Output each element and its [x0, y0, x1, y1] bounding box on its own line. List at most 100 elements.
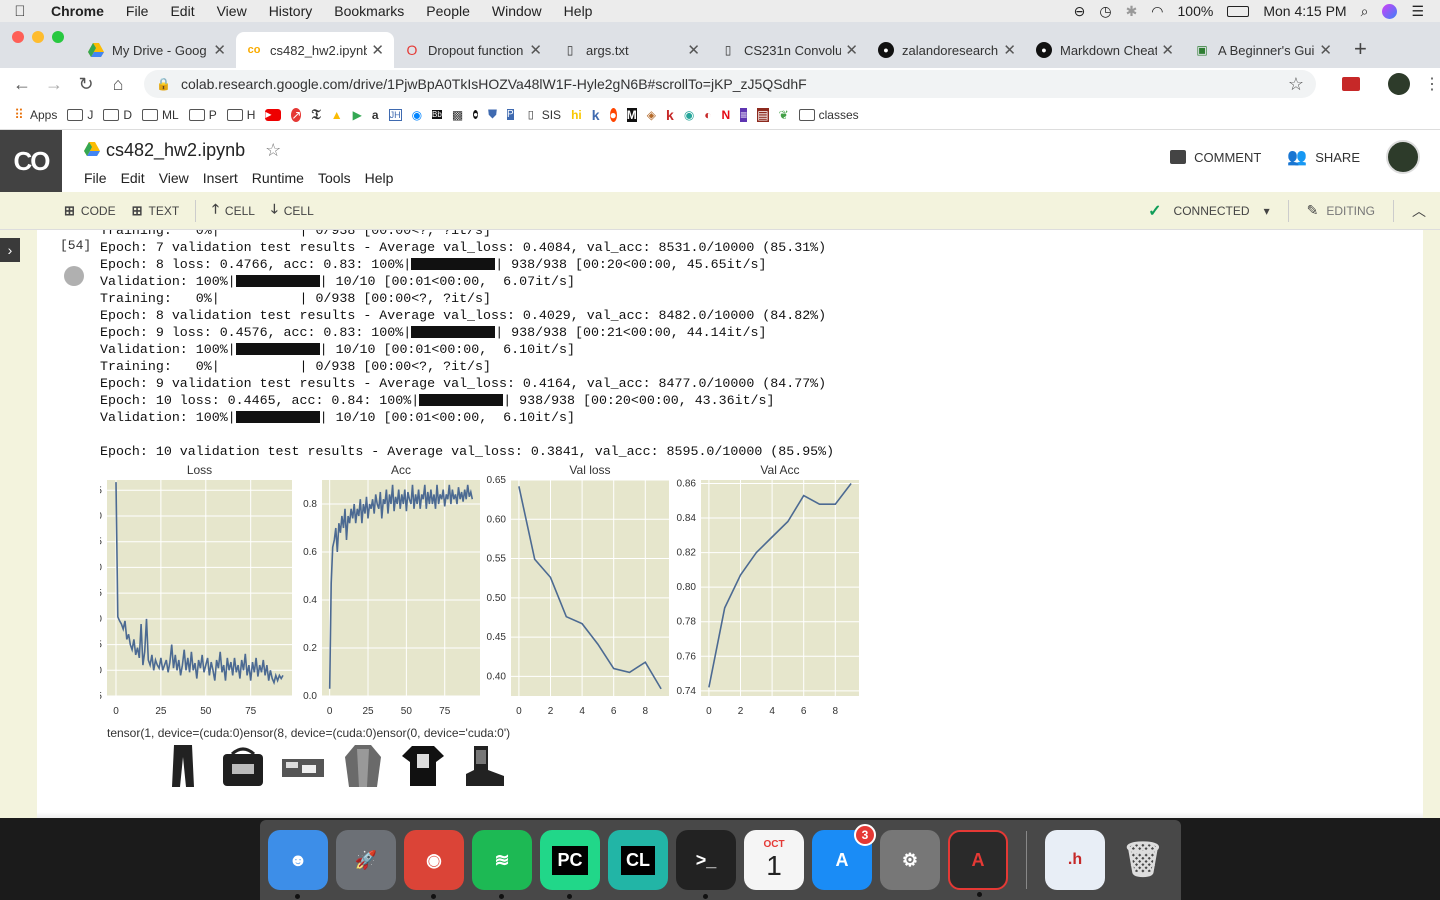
reload-icon[interactable]: ↻ — [70, 74, 102, 95]
qr-icon[interactable]: ▩ — [452, 108, 463, 122]
bookmark-folder-j[interactable]: J — [67, 108, 93, 122]
colab-menu-help[interactable]: Help — [365, 170, 394, 186]
comment-button[interactable]: COMMENT — [1170, 150, 1261, 165]
wifi-icon[interactable]: ◠ — [1151, 3, 1163, 20]
close-tab-icon[interactable]: ✕ — [529, 41, 542, 59]
pdf-icon[interactable]: ▤ — [757, 107, 769, 122]
youtube-icon[interactable]: ▶ — [265, 108, 282, 121]
close-tab-icon[interactable]: ✕ — [687, 41, 700, 59]
app-menu-chrome[interactable]: Chrome — [40, 3, 115, 19]
amazon-icon[interactable]: a — [372, 108, 379, 122]
shield-icon[interactable]: ⛊ — [488, 107, 497, 122]
add-text-button[interactable]: ⊞ TEXT — [132, 203, 180, 219]
back-icon[interactable]: ← — [6, 74, 38, 95]
bookmark-sis[interactable]: ▯ SIS — [524, 108, 561, 122]
k-red-icon[interactable]: k — [666, 107, 674, 123]
share-button[interactable]: 👥 SHARE — [1287, 147, 1360, 167]
tab-cs231n[interactable]: ▯ CS231n Convolut ✕ — [710, 32, 868, 68]
close-window-button[interactable] — [12, 31, 24, 43]
editing-mode[interactable]: EDITING — [1326, 204, 1375, 218]
menu-edit[interactable]: Edit — [159, 3, 205, 19]
code-cell[interactable]: [54] Training: 0%| | 0/938 [00:00<?, ?it… — [37, 230, 1423, 818]
hi-icon[interactable]: hi — [571, 108, 582, 122]
bluetooth-icon[interactable]: ✱ — [1126, 3, 1138, 20]
collapse-header-icon[interactable]: ︿ — [1412, 201, 1426, 221]
do-not-disturb-icon[interactable]: ⊖ — [1074, 3, 1086, 20]
notebook-title[interactable]: cs482_hw2.ipynb — [106, 140, 245, 161]
close-tab-icon[interactable]: ✕ — [1161, 41, 1174, 59]
menu-window[interactable]: Window — [481, 3, 553, 19]
netflix-icon[interactable]: N — [722, 108, 731, 122]
dock-clion-icon[interactable]: CL — [608, 830, 668, 890]
colab-menu-runtime[interactable]: Runtime — [252, 170, 304, 186]
close-tab-icon[interactable]: ✕ — [845, 41, 858, 59]
bookmark-folder-h[interactable]: H — [226, 108, 255, 122]
menu-file[interactable]: File — [115, 3, 160, 19]
battery-percent[interactable]: 100% — [1178, 3, 1214, 19]
reddit-icon[interactable]: ● — [609, 107, 617, 122]
dock-pycharm-icon[interactable]: PC — [540, 830, 600, 899]
dock-app-store-icon[interactable]: A3 — [812, 824, 876, 890]
add-code-button[interactable]: ⊞ CODE — [64, 203, 116, 219]
jh-icon[interactable]: JH — [388, 108, 402, 121]
box-icon[interactable]: ◈ — [647, 108, 656, 122]
bookmark-apps[interactable]: ⠿ Apps — [12, 107, 57, 122]
battery-icon[interactable] — [1227, 5, 1250, 17]
chrome-menu-icon[interactable]: ⋮ — [1424, 74, 1440, 94]
tab-beginners-guide[interactable]: ▣ A Beginner's Gui ✕ — [1184, 32, 1342, 68]
colab-logo[interactable]: CO — [0, 130, 62, 192]
colab-menu-insert[interactable]: Insert — [203, 170, 238, 186]
bookmark-folder-classes[interactable]: classes — [798, 108, 859, 122]
leaf-icon[interactable]: ❦ — [779, 108, 789, 122]
edge-icon[interactable]: ◉ — [684, 108, 694, 122]
menu-help[interactable]: Help — [553, 3, 604, 19]
menu-people[interactable]: People — [415, 3, 481, 19]
chevron-down-icon[interactable]: ▾ — [1264, 204, 1270, 218]
dock-calendar-icon[interactable]: OCT 1 — [744, 830, 804, 890]
url-text[interactable]: colab.research.google.com/drive/1PjwBpA0… — [181, 76, 807, 92]
zoom-window-button[interactable] — [52, 31, 64, 43]
google-drive-icon[interactable]: ▲ — [331, 108, 343, 122]
output-user-icon[interactable] — [64, 266, 84, 286]
lock-icon[interactable]: 🔒 — [156, 77, 171, 91]
minimize-window-button[interactable] — [32, 31, 44, 43]
move-cell-up-button[interactable]: 🡑 CELL — [212, 200, 255, 222]
dock-launchpad-icon[interactable]: 🚀 — [336, 830, 396, 890]
dock-acrobat-icon[interactable]: A — [948, 830, 1008, 897]
k-icon[interactable]: k — [592, 107, 600, 123]
close-tab-icon[interactable]: ✕ — [371, 41, 384, 59]
menu-bookmarks[interactable]: Bookmarks — [323, 3, 415, 19]
profile-avatar-icon[interactable] — [1388, 73, 1410, 95]
move-cell-down-button[interactable]: 🡓 CELL — [271, 200, 314, 222]
dock-trash-icon[interactable]: 🗑 — [1113, 830, 1173, 890]
notification-center-icon[interactable]: ☰ — [1411, 3, 1424, 20]
star-icon[interactable]: ☆ — [265, 140, 281, 161]
spotlight-icon[interactable]: ⌕ — [1361, 3, 1369, 20]
bookmark-folder-d[interactable]: D — [103, 108, 132, 122]
forward-icon[interactable]: → — [38, 74, 70, 95]
home-icon[interactable]: ⌂ — [102, 74, 134, 95]
dock-header-file-icon[interactable]: .h — [1045, 830, 1105, 890]
bookmark-folder-ml[interactable]: ML — [142, 108, 179, 122]
apple-icon[interactable]:  — [0, 3, 40, 20]
tab-zalandoresearch[interactable]: ● zalandoresearch ✕ — [868, 32, 1026, 68]
dock-system-preferences-icon[interactable]: ⚙ — [880, 830, 940, 890]
colab-menu-tools[interactable]: Tools — [318, 170, 351, 186]
dock-chrome-icon[interactable]: ◉ — [404, 830, 464, 899]
dock-spotify-icon[interactable]: ≋ — [472, 830, 532, 899]
google-play-icon[interactable]: ▶ — [353, 108, 362, 122]
colab-menu-edit[interactable]: Edit — [121, 170, 145, 186]
bookmark-star-icon[interactable]: ☆ — [1288, 74, 1304, 95]
m-red-icon[interactable]: ◐ — [704, 108, 711, 122]
tab-markdown-cheat[interactable]: ● Markdown Cheat ✕ — [1026, 32, 1184, 68]
blackboard-icon[interactable]: Bb — [432, 110, 442, 119]
parking-icon[interactable]: P — [507, 109, 514, 120]
siri-icon[interactable] — [1382, 3, 1398, 19]
chevron-right-icon[interactable]: › — [0, 238, 20, 262]
tab-my-drive[interactable]: My Drive - Goog ✕ — [78, 32, 236, 68]
colab-menu-file[interactable]: File — [84, 170, 107, 186]
close-tab-icon[interactable]: ✕ — [213, 41, 226, 59]
close-tab-icon[interactable]: ✕ — [1003, 41, 1016, 59]
stocks-icon[interactable]: ↗ — [291, 107, 302, 122]
connected-status[interactable]: CONNECTED — [1174, 204, 1250, 218]
